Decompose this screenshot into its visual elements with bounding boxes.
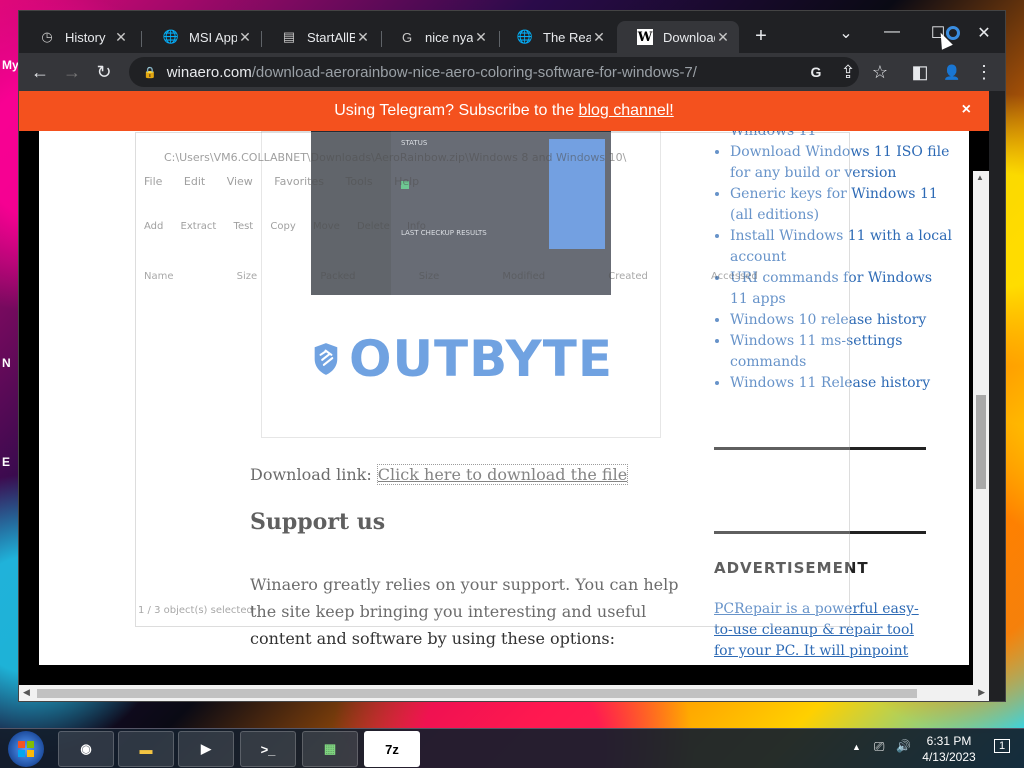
document-icon: ▤ (282, 29, 296, 44)
side-panel-icon[interactable]: ◧ (907, 59, 933, 85)
outbyte-brand: OUTBYTE (348, 330, 613, 388)
tab-nice-nyan[interactable]: G nice nyan ✕ (379, 21, 497, 53)
tab-close-icon[interactable]: ✕ (473, 29, 489, 46)
blog-channel-link[interactable]: blog channel! (579, 102, 674, 120)
browser-toolbar: ← → ↻ 🔒 winaero.com/download-aerorainbow… (19, 53, 1005, 91)
new-tab-button[interactable]: + (749, 25, 773, 49)
network-icon[interactable]: ⎚ (874, 739, 884, 755)
terminal-icon[interactable]: >_ (240, 731, 296, 767)
sidebar-link[interactable]: URI commands for Windows 11 apps (730, 268, 954, 310)
tab-close-icon[interactable]: ✕ (113, 29, 129, 46)
menu-icon[interactable]: ⋮ (971, 59, 997, 85)
tab-startallback[interactable]: ▤ StartAllBa ✕ (261, 21, 379, 53)
tab-close-icon[interactable]: ✕ (591, 29, 607, 46)
tab-download[interactable]: W Download ✕ (617, 21, 739, 53)
sidebar-link[interactable]: Windows 11 Release history (730, 373, 954, 394)
clock[interactable]: 6:31 PM 4/13/2023 (914, 733, 984, 765)
divider (714, 531, 926, 534)
share-icon[interactable]: ⇪ (835, 59, 861, 85)
google-lens-icon[interactable]: G (803, 59, 829, 85)
download-link[interactable]: Click here to download the file (376, 464, 629, 485)
horizontal-scrollbar[interactable]: ◀ ▶ (19, 685, 989, 701)
tab-the-real[interactable]: 🌐 The Real S ✕ (497, 21, 615, 53)
sidebar-link[interactable]: Windows 10 release history (730, 310, 954, 331)
file-explorer-icon[interactable]: ▬ (118, 731, 174, 767)
download-label: Download link: (250, 465, 377, 484)
tab-title: History (65, 29, 106, 45)
page-content: STATUS LAST CHECKUP RESULTS OUTBYTE Down… (39, 131, 969, 665)
address-bar[interactable]: 🔒 winaero.com/download-aerorainbow-nice-… (129, 57, 859, 87)
forward-icon[interactable]: → (59, 59, 85, 85)
advertisement-link[interactable]: PCRepair is a powerful easy-to-use clean… (714, 599, 928, 665)
tab-close-icon[interactable]: ✕ (237, 29, 253, 46)
url-path: /download-aerorainbow-nice-aero-coloring… (251, 63, 697, 81)
telegram-banner: Using Telegram? Subscribe to the blog ch… (19, 91, 989, 131)
vertical-scrollbar[interactable]: ▲ ▼ (973, 171, 989, 685)
scrollbar-thumb[interactable] (37, 689, 917, 698)
chrome-icon[interactable]: ◉ (58, 731, 114, 767)
sidebar-link[interactable]: Install Windows 11 with a local account (730, 226, 954, 268)
tab-msi-app[interactable]: 🌐 MSI App P ✕ (143, 21, 261, 53)
sidebar-link[interactable]: Windows 11 (730, 131, 954, 142)
banner-close-icon[interactable]: × (962, 101, 971, 119)
google-icon: G (401, 29, 413, 45)
tab-title: StartAllBa (307, 29, 355, 45)
desktop-icon-label[interactable]: E (2, 455, 10, 469)
tab-title: The Real S (543, 29, 591, 45)
advertisement-heading: ADVERTISEMENT (714, 559, 869, 577)
sidebar-links: Windows 11 Download Windows 11 ISO file … (714, 131, 954, 394)
media-player-icon[interactable]: ▶ (178, 731, 234, 767)
minimize-button[interactable]: — (869, 23, 915, 41)
show-hidden-icons[interactable]: ▲ (852, 742, 861, 752)
tab-close-icon[interactable]: ✕ (715, 29, 731, 46)
7zip-icon[interactable]: 7z (364, 731, 420, 767)
globe-icon: 🌐 (516, 29, 534, 44)
notification-icon[interactable]: 1 (994, 739, 1011, 753)
profile-icon[interactable]: 👤 (939, 59, 965, 85)
history-icon: ◷ (41, 29, 53, 44)
volume-icon[interactable]: 🔊 (896, 739, 911, 753)
support-text: Winaero greatly relies on your support. … (250, 575, 679, 648)
page-viewport: Using Telegram? Subscribe to the blog ch… (19, 91, 989, 685)
support-heading: Support us (250, 509, 386, 535)
scrollbar-thumb[interactable] (976, 395, 986, 489)
globe-icon: 🌐 (162, 29, 180, 44)
back-icon[interactable]: ← (27, 59, 53, 85)
reload-icon[interactable]: ↻ (91, 59, 117, 85)
taskbar: ◉ ▬ ▶ >_ ▦ 7z ▲ ⎚ 🔊 6:31 PM 4/13/2023 1 (0, 728, 1024, 768)
tab-title: nice nyan (425, 29, 473, 45)
lock-icon[interactable]: 🔒 (143, 66, 157, 79)
sidebar-link[interactable]: Windows 11 ms-settings commands (730, 331, 954, 373)
tab-title: Download (663, 29, 715, 45)
tab-close-icon[interactable]: ✕ (355, 29, 371, 46)
desktop-icon-label[interactable]: My (2, 58, 19, 72)
ad-screenshot: STATUS LAST CHECKUP RESULTS (311, 131, 611, 295)
desktop-icon-label[interactable]: N (2, 356, 11, 370)
sidebar-link[interactable]: Download Windows 11 ISO file for any bui… (730, 142, 954, 184)
game-app-icon[interactable]: ▦ (302, 731, 358, 767)
divider (714, 447, 926, 450)
shield-icon (314, 343, 338, 375)
tab-title: MSI App P (189, 29, 237, 45)
winaero-icon: W (637, 29, 653, 45)
start-button[interactable] (8, 731, 44, 767)
tab-search-icon[interactable]: ⌄ (823, 23, 869, 43)
busy-spinner-icon (946, 26, 960, 40)
clock-date: 4/13/2023 (922, 750, 976, 764)
bookmark-star-icon[interactable]: ☆ (867, 59, 893, 85)
download-line: Download link: Click here to download th… (250, 464, 629, 485)
tab-history[interactable]: ◷ History ✕ (19, 21, 137, 53)
browser-window: ◷ History ✕ 🌐 MSI App P ✕ ▤ StartAllBa ✕… (18, 10, 1006, 702)
close-window-button[interactable]: ✕ (961, 23, 1007, 43)
outbyte-logo[interactable]: OUTBYTE (313, 309, 613, 409)
sidebar-link[interactable]: Generic keys for Windows 11 (all edition… (730, 184, 954, 226)
banner-text: Using Telegram? Subscribe to the (334, 102, 575, 119)
clock-time: 6:31 PM (926, 734, 972, 748)
url-host: winaero.com (166, 63, 252, 81)
